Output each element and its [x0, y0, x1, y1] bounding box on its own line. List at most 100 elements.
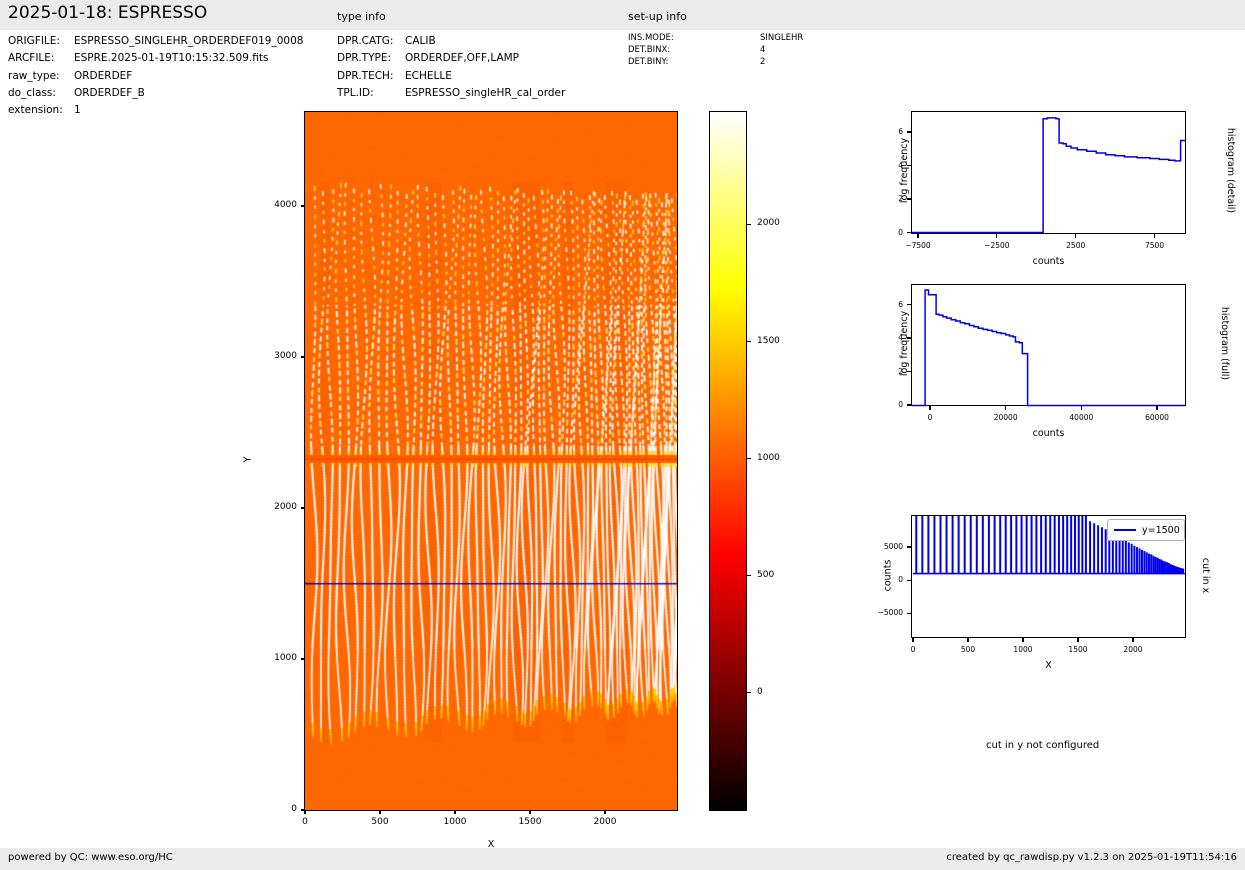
info-label: DPR.TECH:: [337, 69, 394, 82]
info-row: TPL.ID: ESPRESSO_singleHR_cal_order: [337, 86, 565, 99]
x-tick-mark: [454, 810, 456, 814]
hist_full-line: [912, 288, 1185, 406]
info-value: ORDERDEF_B: [74, 86, 145, 99]
colorbar-border: [709, 111, 747, 811]
info-label: ORIGFILE:: [8, 35, 60, 47]
setup-info-heading: set-up info: [628, 10, 687, 23]
info-value: ORDERDEF,OFF,LAMP: [405, 52, 520, 65]
colorbar-tick-label: 1500: [757, 335, 780, 346]
y-tick-label: 0: [898, 575, 903, 585]
hist_detail-yaxis-label: log frequency: [899, 138, 911, 204]
hist_detail-line: [912, 117, 1185, 234]
x-tick-label: 2500: [1066, 240, 1086, 250]
raw-frame-border: [304, 111, 678, 811]
info-label: DET.BINX:: [628, 45, 671, 55]
info-value: 1: [74, 104, 81, 117]
colorbar-tick-mark: [746, 223, 751, 226]
info-row: raw_type: ORDERDEF: [8, 69, 132, 82]
x-tick-label: 7500: [1145, 240, 1165, 250]
y-tick-mark: [301, 507, 305, 509]
page-title: 2025-01-18: ESPRESSO: [8, 3, 208, 23]
colorbar-tick-mark: [746, 575, 751, 577]
x-tick-label: 1000: [443, 817, 467, 827]
info-value: ORDERDEF: [74, 69, 133, 82]
info-row: DPR.TECH: ECHELLE: [337, 69, 452, 82]
info-row: INS.MODE: SINGLEHR: [628, 33, 803, 43]
x-tick-label: 40000: [1069, 413, 1094, 422]
y-tick-label: 5000: [883, 542, 903, 552]
y-tick-mark: [301, 658, 305, 660]
x-tick-label: 2000: [1123, 645, 1143, 654]
cut_in_x-xaxis-label: X: [1045, 660, 1052, 671]
x-tick-label: 500: [371, 817, 389, 827]
x-tick-mark: [529, 810, 531, 814]
y-tick-mark: [907, 303, 912, 306]
info-label: raw_type:: [8, 69, 60, 82]
x-tick-mark: [304, 810, 306, 814]
colorbar-tick-mark: [746, 692, 751, 694]
x-tick-label: 1500: [1068, 645, 1088, 654]
y-tick-mark: [907, 546, 912, 548]
x-tick-mark: [1132, 638, 1134, 642]
info-row: DET.BINX: 4: [628, 45, 765, 55]
x-tick-mark: [912, 638, 914, 642]
colorbar-tick-mark: [746, 340, 751, 343]
info-value: CALIB: [405, 35, 436, 47]
cut-in-x-legend: y=1500: [1107, 519, 1185, 541]
y-tick-label: 6: [898, 299, 903, 309]
legend-line-sample: [1114, 529, 1136, 531]
cut_in_x-yaxis-label: counts: [882, 559, 894, 591]
x-tick-label: 20000: [993, 413, 1018, 422]
x-tick-mark: [996, 233, 998, 238]
y-tick-label: 4000: [274, 199, 297, 210]
info-row: do_class: ORDERDEF_B: [8, 87, 145, 99]
y-tick-label: 1000: [274, 652, 297, 663]
y-tick-label: 6: [898, 127, 903, 137]
info-row: extension: 1: [8, 104, 81, 116]
x-tick-label: 60000: [1145, 413, 1169, 422]
info-label: DPR.TYPE:: [337, 52, 392, 65]
y-tick-mark: [301, 809, 305, 811]
info-value: ESPRESSO_SINGLEHR_ORDERDEF019_0008: [74, 35, 304, 47]
info-row: ARCFILE: ESPRE.2025-01-19T10:15:32.509.fi…: [8, 52, 268, 64]
colorbar-tick-label: 2000: [757, 218, 780, 229]
info-value: ESPRE.2025-01-19T10:15:32.509.fits: [74, 52, 269, 65]
y-tick-mark: [907, 612, 912, 614]
info-label: DPR.CATG:: [337, 35, 394, 47]
info-label: DET.BINY:: [628, 57, 669, 67]
info-value: 2: [760, 57, 766, 67]
y-tick-label: 0: [291, 804, 297, 814]
colorbar-tick-label: 1000: [757, 452, 780, 463]
info-value: SINGLEHR: [760, 33, 804, 43]
hist_full-right-label: histogram (full): [1219, 306, 1231, 380]
colorbar-tick-label: 500: [757, 569, 775, 580]
x-tick-mark: [1005, 406, 1007, 410]
x-tick-mark: [604, 810, 606, 814]
x-tick-label: 500: [960, 645, 976, 654]
colorbar-tick-label: 0: [757, 686, 763, 697]
info-label: TPL.ID:: [337, 86, 374, 99]
footer-powered-by: powered by QC: www.eso.org/HC: [8, 852, 173, 863]
main-xaxis-label: X: [487, 839, 495, 850]
x-tick-mark: [967, 638, 969, 642]
y-tick-mark: [301, 356, 305, 358]
x-tick-mark: [379, 810, 381, 814]
footer-created-by: created by qc_rawdisp.py v1.2.3 on 2025-…: [946, 852, 1237, 863]
x-tick-label: −2500: [984, 240, 1010, 250]
hist_full-plot: [912, 288, 1185, 406]
x-tick-label: 0: [927, 413, 933, 422]
x-tick-mark: [1075, 233, 1077, 238]
hist_detail-xaxis-label: counts: [1032, 255, 1065, 267]
y-tick-mark: [907, 579, 912, 581]
x-tick-mark: [917, 233, 919, 238]
y-tick-mark: [301, 205, 305, 207]
x-tick-mark: [1153, 233, 1156, 238]
x-tick-label: 0: [302, 817, 308, 827]
y-tick-mark: [907, 231, 912, 234]
y-tick-label: 0: [898, 400, 903, 409]
info-row: DPR.CATG: CALIB: [337, 35, 436, 47]
info-value: ECHELLE: [405, 69, 452, 82]
x-tick-mark: [1156, 406, 1158, 410]
x-tick-mark: [1022, 638, 1024, 642]
x-tick-label: 2000: [593, 817, 617, 827]
